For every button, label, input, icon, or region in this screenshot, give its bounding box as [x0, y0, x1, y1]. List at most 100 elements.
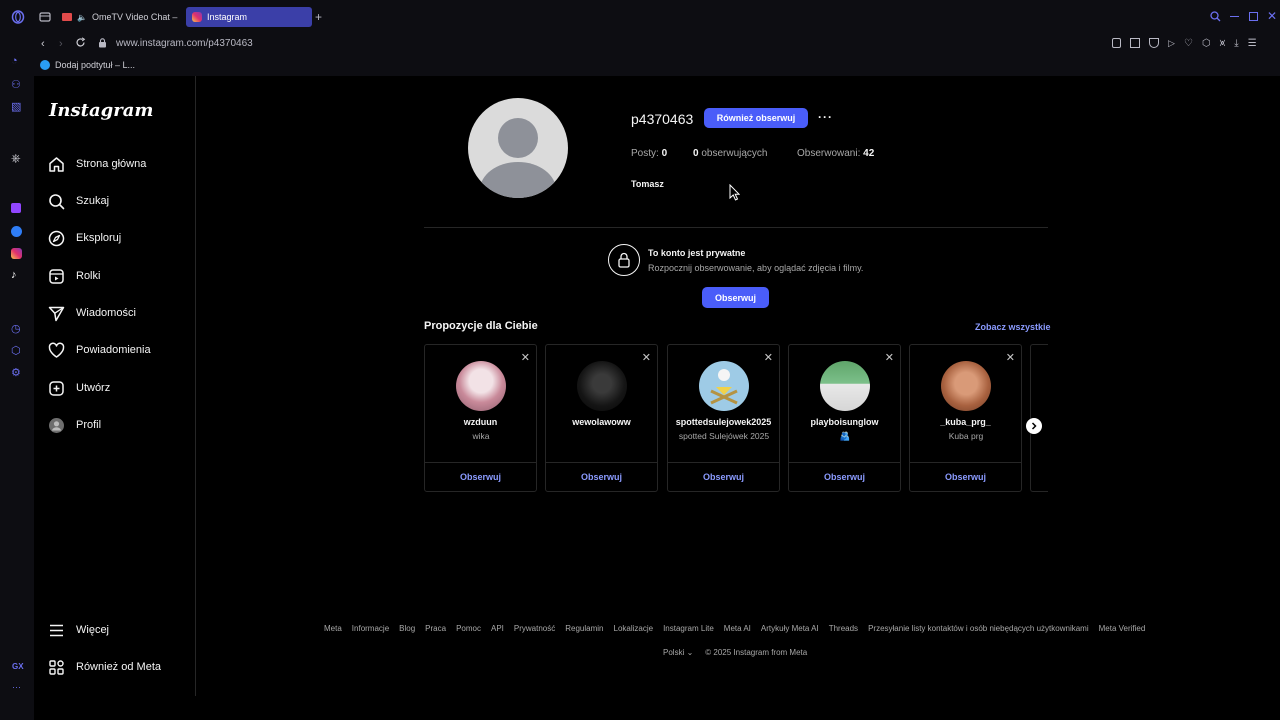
more-options-icon[interactable]: ··· [818, 110, 833, 124]
see-all-link[interactable]: Zobacz wszystkie [975, 322, 1051, 332]
heart-bookmark-icon[interactable]: ♡ [1184, 38, 1193, 49]
footer-link[interactable]: Praca [425, 624, 446, 633]
menu-icon[interactable]: ☰ [1248, 38, 1257, 49]
suggestion-follow-button[interactable]: Obserwuj [910, 462, 1021, 491]
footer-link[interactable]: Artykuły Meta AI [761, 624, 819, 633]
tiktok-icon[interactable]: ♪ [11, 269, 25, 283]
suggestion-avatar[interactable] [699, 361, 749, 411]
nav-item-also-from-meta[interactable]: Również od Meta [48, 655, 161, 679]
reload-icon[interactable] [75, 37, 86, 48]
suggestion-follow-button[interactable]: Obserwuj [668, 462, 779, 491]
nav-item-more[interactable]: Więcej [48, 618, 109, 642]
suggestion-follow-button[interactable]: Obserwuj [789, 462, 900, 491]
shield-icon[interactable] [1149, 38, 1159, 48]
restore-icon[interactable] [1249, 12, 1258, 21]
follow-button[interactable]: Obserwuj [702, 287, 769, 308]
opera-logo-icon[interactable] [11, 10, 25, 24]
suggestion-avatar[interactable] [820, 361, 870, 411]
suggestion-username[interactable]: wzduun [425, 417, 536, 427]
dismiss-icon[interactable]: ✕ [764, 351, 773, 364]
history-icon[interactable]: ◷ [11, 322, 25, 336]
suggestion-card[interactable]: ✕ spottedsulejowek2025 spotted Sulejówek… [667, 344, 780, 492]
suggestion-card[interactable]: ✕ _kuba_prg_ Kuba prg Obserwuj [909, 344, 1022, 492]
settings-icon[interactable]: ⚙ [11, 366, 25, 380]
suggestion-avatar[interactable] [577, 361, 627, 411]
suggestion-username[interactable]: _kuba_prg_ [910, 417, 1021, 427]
discover-icon[interactable]: ▧ [11, 100, 25, 114]
nav-item-home[interactable]: Strona główna [48, 152, 146, 176]
footer-link[interactable]: Instagram Lite [663, 624, 714, 633]
nav-item-profile[interactable]: Profil [48, 413, 101, 437]
speed-dial-icon[interactable]: ◔ [11, 55, 25, 69]
dismiss-icon[interactable]: ✕ [885, 351, 894, 364]
search-tabs-icon[interactable] [1210, 11, 1221, 22]
suggestion-follow-button[interactable]: Obserwuj [425, 462, 536, 491]
language-select[interactable]: Polski ⌄ [663, 648, 693, 657]
minimize-icon[interactable] [1230, 16, 1239, 17]
suggestion-username[interactable]: spottedsulejowek2025 [668, 417, 779, 427]
suggestion-username[interactable]: wewolawoww [546, 417, 657, 427]
nav-item-notifications[interactable]: Powiadomienia [48, 338, 151, 362]
suggestion-card[interactable]: ✕ playboisunglow 🫂 Obserwuj [788, 344, 901, 492]
messenger-icon[interactable] [11, 226, 25, 240]
bookmark-item[interactable]: Dodaj podtytuł – L... [40, 60, 135, 70]
dismiss-icon[interactable]: ✕ [1006, 351, 1015, 364]
suggestion-subtitle: Kuba prg [948, 431, 984, 441]
suggestion-avatar[interactable] [456, 361, 506, 411]
footer-link[interactable]: Blog [399, 624, 415, 633]
gx-label[interactable]: GX [12, 662, 24, 671]
forward-icon[interactable]: › [59, 38, 63, 50]
url-input[interactable] [116, 38, 516, 49]
profile-avatar[interactable] [468, 98, 568, 198]
follow-back-button[interactable]: Również obserwuj [704, 108, 808, 128]
tab-instagram[interactable]: Instagram [186, 7, 312, 27]
dismiss-icon[interactable]: ✕ [521, 351, 530, 364]
footer-link[interactable]: Threads [829, 624, 858, 633]
extensions-icon[interactable]: ⬡ [1202, 38, 1211, 49]
extensions-side-icon[interactable]: ⬡ [11, 344, 25, 358]
footer-link[interactable]: Meta AI [724, 624, 751, 633]
tab-label: Instagram [207, 12, 248, 22]
nav-item-messages[interactable]: Wiadomości [48, 301, 136, 325]
footer-link[interactable]: Prywatność [514, 624, 555, 633]
more-sidebar-icon[interactable]: ··· [12, 682, 21, 692]
play-icon[interactable]: ▷ [1168, 38, 1175, 49]
footer-link[interactable]: Informacje [352, 624, 389, 633]
footer-link[interactable]: API [491, 624, 504, 633]
dismiss-icon[interactable]: ✕ [642, 351, 651, 364]
snapshot-icon[interactable] [1130, 38, 1140, 48]
chatgpt-icon[interactable]: ⎈ [11, 151, 25, 165]
tab-ometv[interactable]: 🔈 OmeTV Video Chat – [56, 7, 180, 27]
footer-link[interactable]: Meta Verified [1099, 624, 1146, 633]
following-stat[interactable]: Obserwowani: 42 [797, 148, 874, 159]
workspaces-icon[interactable] [39, 12, 51, 22]
lock-url-icon[interactable] [98, 38, 107, 48]
footer-link[interactable]: Przesyłanie listy kontaktów i osób niebę… [868, 624, 1089, 633]
suggestion-card[interactable]: ✕ wewolawoww Obserwuj [545, 344, 658, 492]
aria-icon[interactable]: ⚇ [11, 78, 25, 92]
nav-item-reels[interactable]: Rolki [48, 264, 100, 288]
footer-link[interactable]: Pomoc [456, 624, 481, 633]
instagram-logo[interactable]: Instagram [49, 100, 153, 121]
footer-link[interactable]: Regulamin [565, 624, 603, 633]
suggestion-card[interactable]: ✕ wzduun wika Obserwuj [424, 344, 537, 492]
suggestion-username[interactable]: playboisunglow [789, 417, 900, 427]
suggestion-follow-button[interactable]: Obserwuj [546, 462, 657, 491]
instagram-side-icon[interactable] [11, 248, 25, 262]
next-suggestions-button[interactable] [1026, 418, 1042, 434]
nav-item-explore[interactable]: Eksploruj [48, 226, 121, 250]
pin-icon[interactable] [1112, 38, 1121, 48]
twitch-icon[interactable] [11, 203, 25, 217]
nav-item-label: Powiadomienia [76, 344, 151, 356]
gx-control-icon[interactable]: ⩙ [1220, 38, 1226, 49]
footer-link[interactable]: Lokalizacje [614, 624, 654, 633]
back-icon[interactable]: ‹ [41, 38, 45, 50]
suggestion-avatar[interactable] [941, 361, 991, 411]
followers-stat[interactable]: 0 obserwujących [693, 148, 768, 159]
footer-link[interactable]: Meta [324, 624, 342, 633]
new-tab-plus-icon[interactable]: + [315, 10, 322, 24]
download-icon[interactable]: ⤓ [1234, 38, 1238, 49]
close-window-icon[interactable]: ✕ [1267, 9, 1277, 23]
nav-item-create[interactable]: Utwórz [48, 376, 110, 400]
nav-item-search[interactable]: Szukaj [48, 189, 109, 213]
